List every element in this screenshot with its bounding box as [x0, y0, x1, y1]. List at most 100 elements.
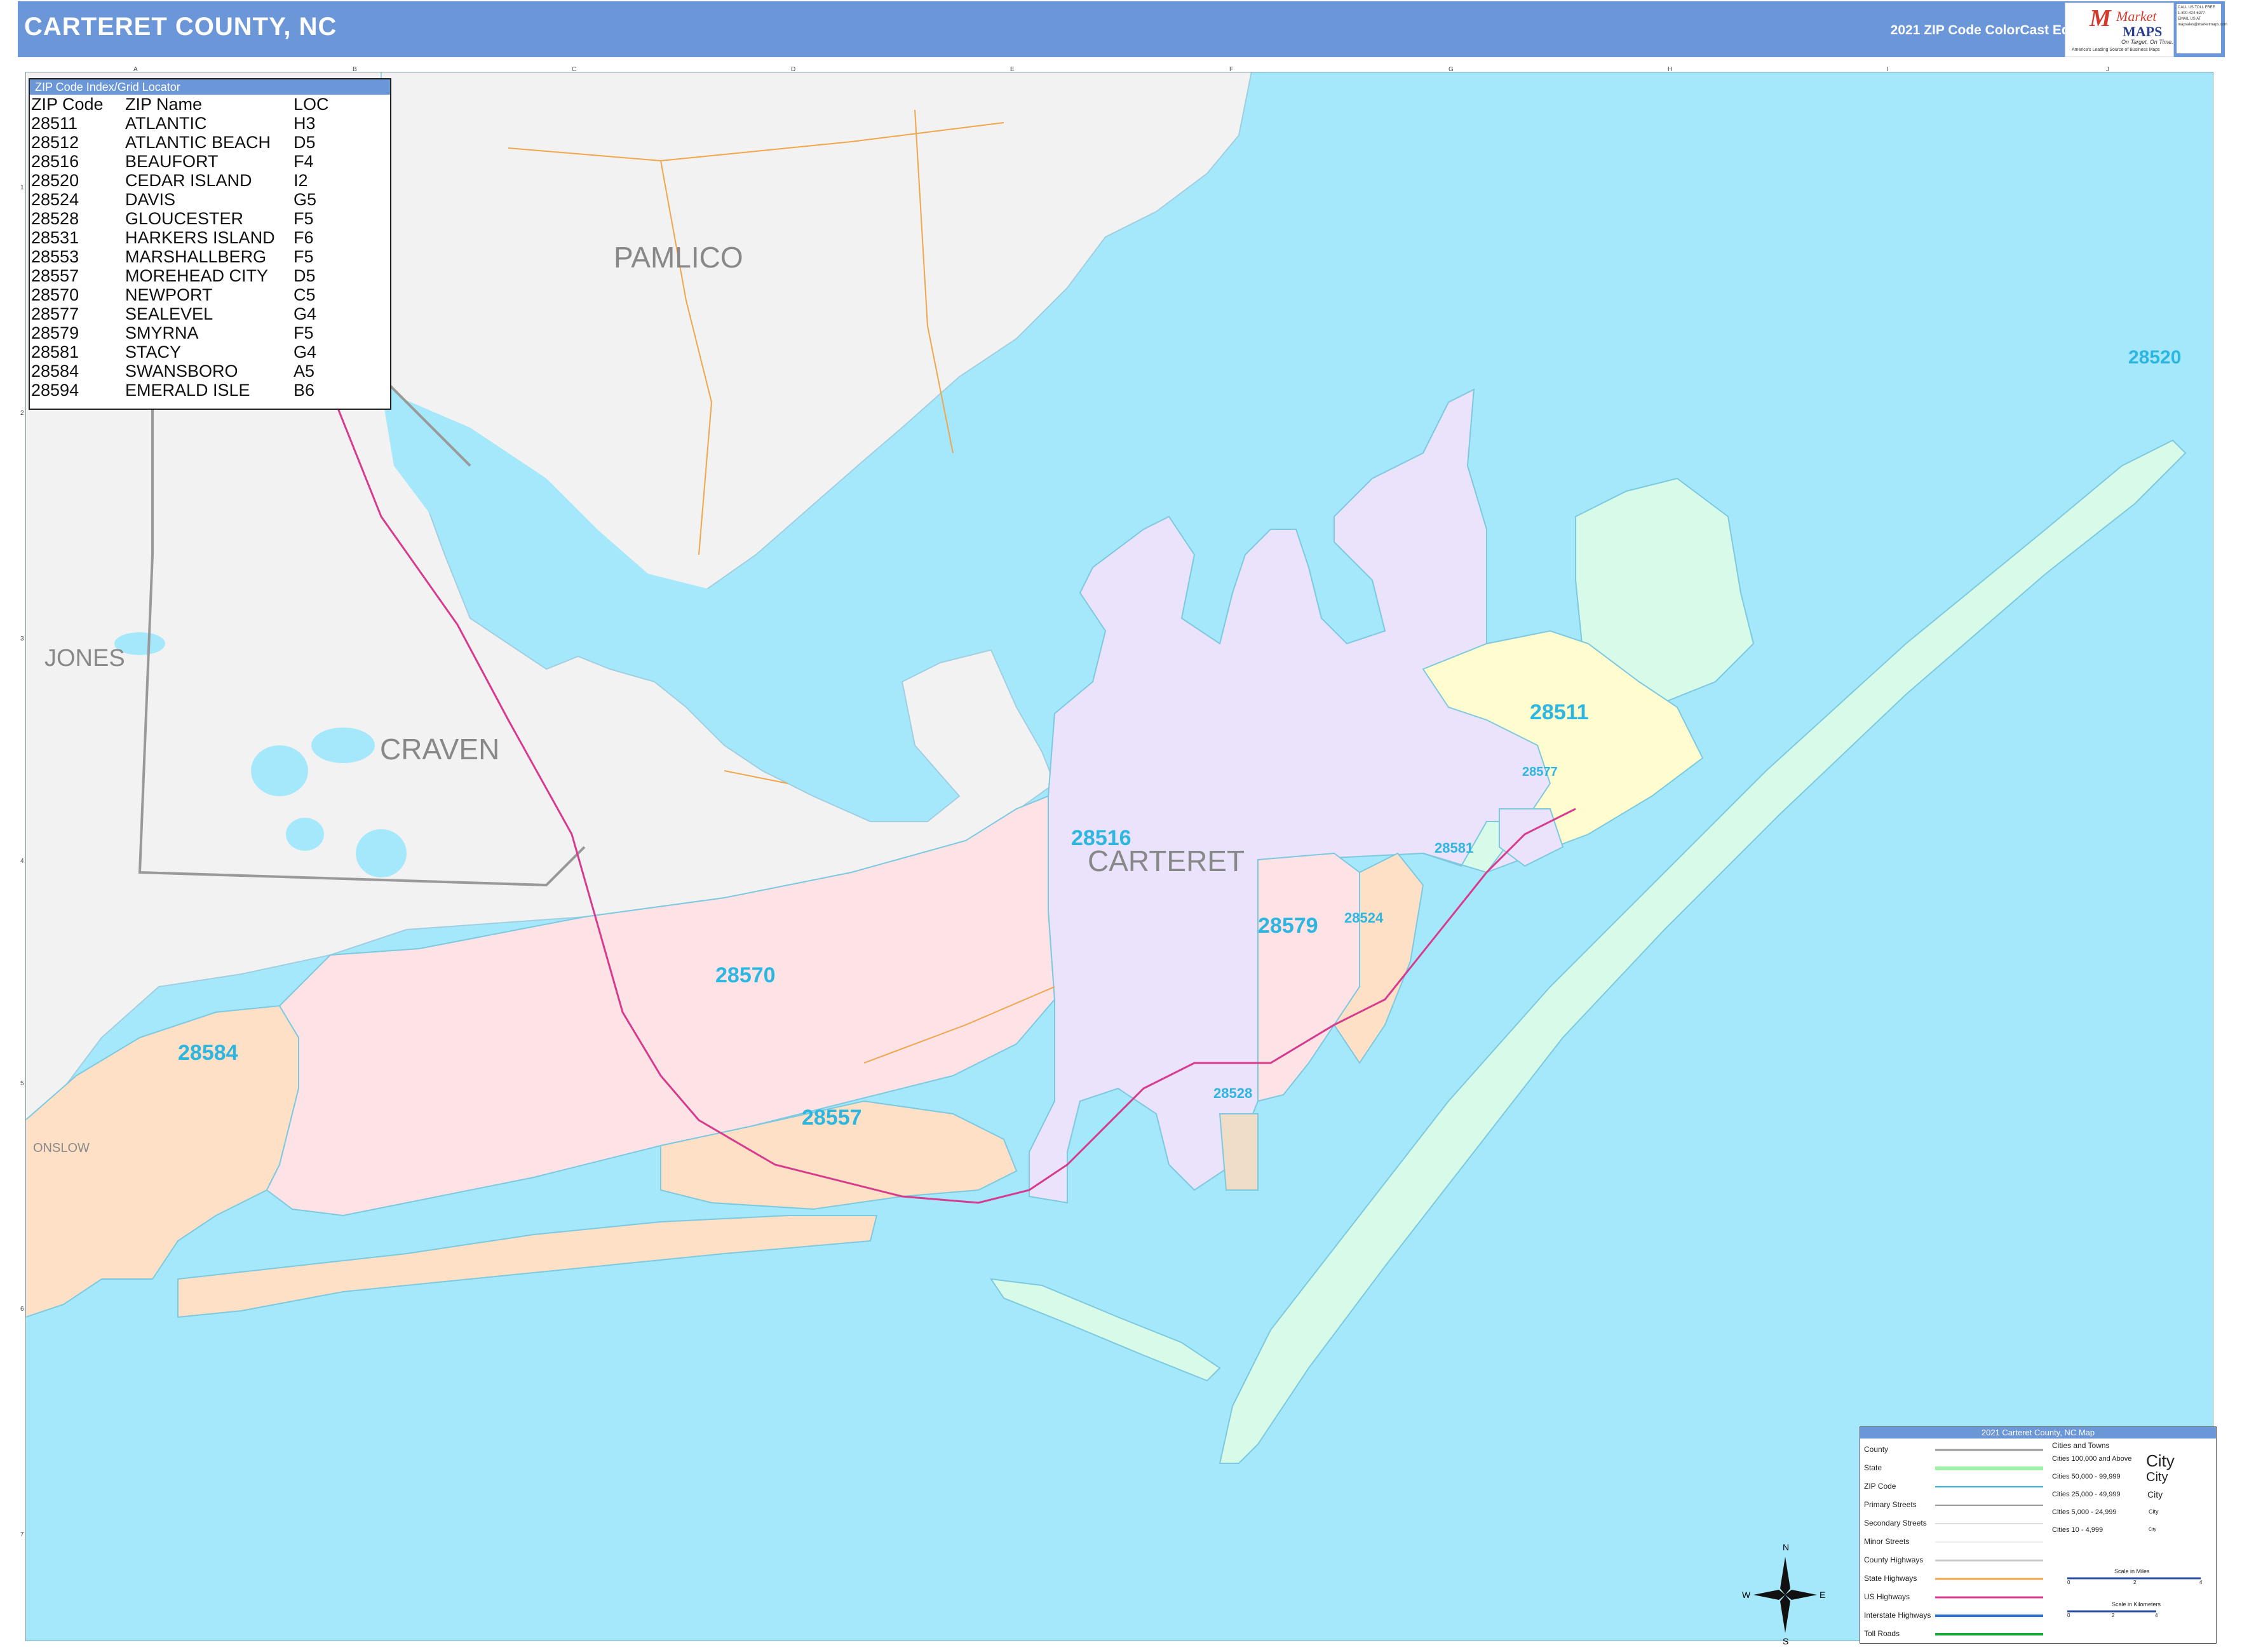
name-cell: ATLANTIC [125, 114, 207, 133]
grid-row-label: 7 [20, 1531, 24, 1538]
map-title: CARTERET COUNTY, NC [24, 13, 337, 41]
compass-rose-icon: N S E W [1742, 1542, 1825, 1646]
legend-city-item: Cities 10 - 4,999 [2052, 1526, 2104, 1534]
table-row: 28528 GLOUCESTER F5 [31, 209, 329, 228]
zip-cell: 28570 [31, 285, 79, 304]
zip-cell: 28579 [31, 323, 79, 342]
scale-bar-km [2067, 1610, 2156, 1613]
grid-row-label: 6 [20, 1306, 24, 1313]
grid-row-label: 2 [20, 410, 24, 417]
legend-item: ZIP Code [1864, 1482, 1896, 1491]
logo-brand-bottom: MAPS [2123, 24, 2163, 39]
compass-needle [1785, 1590, 1817, 1600]
name-cell: ATLANTIC BEACH [125, 133, 271, 152]
grid-col-label: H [1668, 66, 1673, 73]
name-cell: BEAUFORT [125, 152, 219, 171]
grid-col-label: E [1010, 66, 1015, 73]
lake [356, 829, 407, 877]
scale-tick: 2 [2133, 1580, 2137, 1585]
loc-cell: A5 [294, 362, 315, 381]
legend-item: County Highways [1864, 1555, 1924, 1564]
zip-cell: 28581 [31, 342, 79, 362]
legend-city-sample: City [2146, 1451, 2175, 1470]
legend-item: Toll Roads [1864, 1629, 1900, 1638]
scale-bar-miles [2067, 1577, 2201, 1580]
zip-cell: 28553 [31, 247, 79, 266]
zip-label-28584: 28584 [178, 1041, 238, 1065]
grid-col-label: D [791, 66, 796, 73]
zip-cell: 28528 [31, 209, 79, 228]
county-label-pamlico: PAMLICO [614, 241, 743, 274]
table-row: 28531 HARKERS ISLAND F6 [31, 228, 329, 247]
compass-needle [1780, 1595, 1790, 1633]
name-cell: CEDAR ISLAND [125, 171, 252, 190]
table-row: 28511 ATLANTIC H3 [31, 114, 329, 133]
table-row: 28579 SMYRNA F5 [31, 323, 329, 342]
zip-cell: 28594 [31, 381, 79, 400]
loc-cell: I2 [294, 171, 308, 190]
legend-scale-km: Scale in Kilometers [2112, 1601, 2161, 1608]
zip-area-28528 [1219, 1113, 1259, 1191]
legend-item: County [1864, 1445, 1889, 1454]
legend-city-sample: City [2147, 1489, 2163, 1500]
loc-cell: F5 [294, 209, 314, 228]
loc-cell: F6 [294, 228, 314, 247]
legend-item: State [1864, 1463, 1882, 1472]
name-cell: SMYRNA [125, 323, 199, 342]
zip-cell: 28557 [31, 266, 79, 285]
compass-needle [1753, 1590, 1785, 1600]
zip-label-28579: 28579 [1258, 914, 1318, 938]
grid-col-label: I [1887, 66, 1889, 73]
zip-cell: 28584 [31, 362, 79, 381]
grid-row-label: 1 [20, 184, 24, 191]
loc-cell: C5 [294, 285, 316, 304]
table-row: 28570 NEWPORT C5 [31, 285, 329, 304]
loc-cell: F5 [294, 323, 314, 342]
loc-cell: D5 [294, 133, 316, 152]
name-cell: GLOUCESTER [125, 209, 244, 228]
county-label-onslow: ONSLOW [33, 1141, 90, 1155]
county-label-craven: CRAVEN [380, 733, 500, 766]
scale-tick: 4 [2155, 1613, 2158, 1618]
zip-label-28524: 28524 [1344, 910, 1384, 926]
column-header: ZIP Code [31, 95, 104, 114]
logo-m-glyph: M [2090, 5, 2111, 32]
table-row: 28557 MOREHEAD CITY D5 [31, 266, 329, 285]
compass-e: E [1820, 1590, 1825, 1600]
legend-city-sample: City [2149, 1527, 2157, 1532]
grid-col-label: J [2106, 66, 2109, 73]
title-bar: CARTERET COUNTY, NC 2021 ZIP Code ColorC… [18, 1, 2227, 57]
name-cell: DAVIS [125, 190, 176, 209]
zip-cell: 28524 [31, 190, 79, 209]
contact-box: CALL US TOLL FREE 1-800-424-6277 EMAIL U… [2177, 4, 2227, 53]
loc-cell: F4 [294, 152, 314, 171]
market-maps-logo: M Market MAPS On Target, On Time. Americ… [2065, 3, 2174, 57]
table-row: 28584 SWANSBORO A5 [31, 362, 329, 381]
loc-cell: B6 [294, 381, 315, 400]
zip-cell: 28512 [31, 133, 79, 152]
lake [251, 745, 308, 796]
compass-needle [1780, 1557, 1790, 1595]
legend-city-item: Cities 5,000 - 24,999 [2052, 1508, 2117, 1516]
grid-col-label: F [1229, 66, 1234, 73]
legend-scale-miles: Scale in Miles [2114, 1568, 2150, 1574]
legend-item: US Highways [1864, 1592, 1910, 1601]
zip-label-28557: 28557 [802, 1106, 862, 1130]
zip-label-28520: 28520 [2128, 347, 2182, 368]
table-row: 28512 ATLANTIC BEACH D5 [31, 133, 329, 152]
scale-tick: 0 [2067, 1580, 2070, 1585]
logo-tagline: On Target, On Time. [2121, 39, 2173, 45]
table-row: 28581 STACY G4 [31, 342, 329, 362]
zip-label-28577: 28577 [1522, 765, 1558, 779]
name-cell: SEALEVEL [125, 304, 213, 323]
zip-label-28516: 28516 [1071, 826, 1131, 850]
compass-s: S [1783, 1636, 1788, 1646]
loc-cell: F5 [294, 247, 314, 266]
zip-cell: 28520 [31, 171, 79, 190]
logo-brand-top: Market [2116, 8, 2157, 24]
table-row: 28524 DAVIS G5 [31, 190, 329, 209]
zip-index-title: ZIP Code Index/Grid Locator [30, 79, 390, 95]
legend-item: Secondary Streets [1864, 1519, 1927, 1527]
grid-row-label: 4 [20, 858, 24, 865]
compass-w: W [1742, 1590, 1751, 1600]
